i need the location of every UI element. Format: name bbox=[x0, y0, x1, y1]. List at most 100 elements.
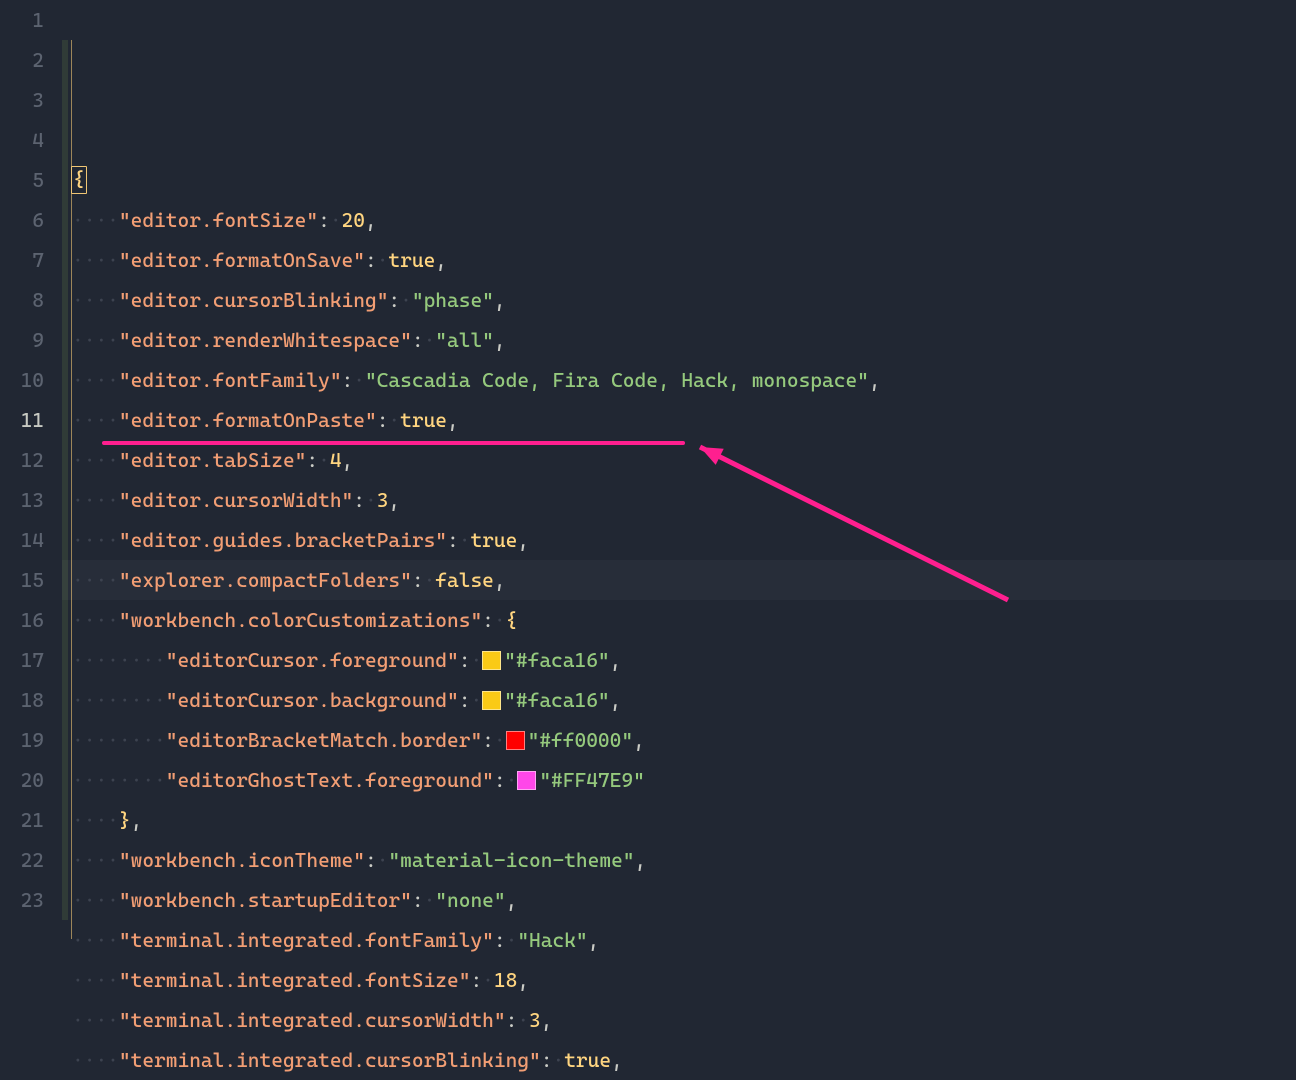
json-key: "editorGhostText.foreground" bbox=[166, 760, 494, 800]
whitespace-indicator: · bbox=[377, 840, 389, 880]
json-comma: , bbox=[541, 1000, 553, 1040]
whitespace-indicator: · bbox=[552, 1040, 564, 1080]
whitespace-indicator: · bbox=[424, 880, 436, 920]
json-value: "#faca16" bbox=[504, 680, 609, 720]
code-line[interactable]: ····"editor.cursorBlinking":·"phase", bbox=[62, 280, 1296, 320]
json-key: "editor.fontFamily" bbox=[119, 360, 342, 400]
line-number: 6 bbox=[0, 200, 44, 240]
json-comma: , bbox=[342, 440, 354, 480]
json-value: 18 bbox=[494, 960, 517, 1000]
json-value: "#FF47E9" bbox=[539, 760, 644, 800]
line-number: 10 bbox=[0, 360, 44, 400]
line-number: 19 bbox=[0, 720, 44, 760]
json-key: "explorer.compactFolders" bbox=[119, 560, 412, 600]
code-line[interactable]: ····"workbench.startupEditor":·"none", bbox=[62, 880, 1296, 920]
whitespace-indicator: · bbox=[400, 280, 412, 320]
json-colon: : bbox=[353, 480, 365, 520]
json-colon: : bbox=[459, 640, 471, 680]
code-line[interactable]: ····"editor.guides.bracketPairs":·true, bbox=[62, 520, 1296, 560]
line-number: 2 bbox=[0, 40, 44, 80]
json-key: "editorCursor.background" bbox=[166, 680, 459, 720]
json-value: "all" bbox=[435, 320, 494, 360]
json-colon: : bbox=[506, 1000, 518, 1040]
json-colon: : bbox=[482, 720, 494, 760]
json-colon: : bbox=[342, 360, 354, 400]
json-colon: : bbox=[459, 680, 471, 720]
code-line[interactable]: ····"workbench.iconTheme":·"material-ico… bbox=[62, 840, 1296, 880]
json-colon: : bbox=[447, 520, 459, 560]
json-comma: , bbox=[517, 960, 529, 1000]
code-line[interactable]: ····}, bbox=[62, 800, 1296, 840]
line-number: 8 bbox=[0, 280, 44, 320]
code-line[interactable]: ····"explorer.compactFolders":·false, bbox=[62, 560, 1296, 600]
json-brace: { bbox=[506, 600, 518, 640]
code-line[interactable]: ········"editorGhostText.foreground":·"#… bbox=[62, 760, 1296, 800]
whitespace-indicator: ········ bbox=[72, 680, 166, 720]
json-comma: , bbox=[611, 1040, 623, 1080]
code-line[interactable]: ····"editor.cursorWidth":·3, bbox=[62, 480, 1296, 520]
json-comma: , bbox=[588, 920, 600, 960]
json-comma: , bbox=[506, 880, 518, 920]
code-area[interactable]: {····"editor.fontSize":·20,····"editor.f… bbox=[62, 0, 1296, 939]
whitespace-indicator: · bbox=[318, 440, 330, 480]
line-number: 14 bbox=[0, 520, 44, 560]
json-comma: , bbox=[365, 200, 377, 240]
whitespace-indicator: ···· bbox=[72, 800, 119, 840]
code-line[interactable]: ····"terminal.integrated.fontFamily":·"H… bbox=[62, 920, 1296, 960]
json-value: "phase" bbox=[412, 280, 494, 320]
json-key: "editor.formatOnSave" bbox=[119, 240, 365, 280]
json-value: true bbox=[564, 1040, 611, 1080]
json-key: "editor.formatOnPaste" bbox=[119, 400, 377, 440]
line-number: 1 bbox=[0, 0, 44, 40]
code-editor[interactable]: 1234567891011121314151617181920212223 {·… bbox=[0, 0, 1296, 939]
color-swatch[interactable] bbox=[517, 771, 536, 790]
json-key: "editorCursor.foreground" bbox=[166, 640, 459, 680]
whitespace-indicator: · bbox=[470, 680, 482, 720]
json-colon: : bbox=[412, 880, 424, 920]
json-key: "editor.cursorBlinking" bbox=[119, 280, 389, 320]
whitespace-indicator: · bbox=[388, 400, 400, 440]
json-value: "#faca16" bbox=[504, 640, 609, 680]
json-key: "workbench.colorCustomizations" bbox=[119, 600, 482, 640]
json-comma: , bbox=[633, 720, 645, 760]
whitespace-indicator: · bbox=[482, 960, 494, 1000]
json-colon: : bbox=[377, 400, 389, 440]
json-key: "editor.guides.bracketPairs" bbox=[119, 520, 447, 560]
code-line[interactable]: ····"workbench.colorCustomizations":·{ bbox=[62, 600, 1296, 640]
json-key: "terminal.integrated.cursorWidth" bbox=[119, 1000, 506, 1040]
json-key: "terminal.integrated.cursorBlinking" bbox=[119, 1040, 541, 1080]
code-line[interactable]: ····"terminal.integrated.cursorBlinking"… bbox=[62, 1040, 1296, 1080]
code-line[interactable]: ····"editor.formatOnSave":·true, bbox=[62, 240, 1296, 280]
code-line[interactable]: ········"editorBracketMatch.border":·"#f… bbox=[62, 720, 1296, 760]
code-line[interactable]: ····"terminal.integrated.fontSize":·18, bbox=[62, 960, 1296, 1000]
json-key: "editor.tabSize" bbox=[119, 440, 307, 480]
json-colon: : bbox=[318, 200, 330, 240]
whitespace-indicator: · bbox=[517, 1000, 529, 1040]
whitespace-indicator: · bbox=[377, 240, 389, 280]
code-line[interactable]: ········"editorCursor.foreground":·"#fac… bbox=[62, 640, 1296, 680]
code-line[interactable]: ····"editor.fontSize":·20, bbox=[62, 200, 1296, 240]
code-line[interactable]: ········"editorCursor.background":· "#fac… bbox=[62, 680, 1296, 720]
color-swatch[interactable] bbox=[506, 731, 525, 750]
line-number: 13 bbox=[0, 480, 44, 520]
color-swatch[interactable] bbox=[482, 691, 501, 710]
json-comma: , bbox=[131, 800, 143, 840]
code-line[interactable]: { bbox=[62, 160, 1296, 200]
code-line[interactable]: ····"editor.fontFamily":·"Cascadia Code,… bbox=[62, 360, 1296, 400]
whitespace-indicator: ···· bbox=[72, 520, 119, 560]
whitespace-indicator: ···· bbox=[72, 200, 119, 240]
code-line[interactable]: ····"editor.formatOnPaste":·true, bbox=[62, 400, 1296, 440]
json-value: "none" bbox=[435, 880, 505, 920]
line-number: 18 bbox=[0, 680, 44, 720]
whitespace-indicator: ········ bbox=[72, 720, 166, 760]
color-swatch[interactable] bbox=[482, 651, 501, 670]
json-key: "editor.cursorWidth" bbox=[119, 480, 353, 520]
code-line[interactable]: ····"terminal.integrated.cursorWidth":·3… bbox=[62, 1000, 1296, 1040]
whitespace-indicator: · bbox=[424, 320, 436, 360]
json-colon: : bbox=[365, 840, 377, 880]
code-line[interactable]: ····"editor.renderWhitespace":·"all", bbox=[62, 320, 1296, 360]
whitespace-indicator: · bbox=[365, 480, 377, 520]
code-line[interactable]: ····"editor.tabSize":·4, bbox=[62, 440, 1296, 480]
whitespace-indicator: ···· bbox=[72, 440, 119, 480]
line-number: 20 bbox=[0, 760, 44, 800]
